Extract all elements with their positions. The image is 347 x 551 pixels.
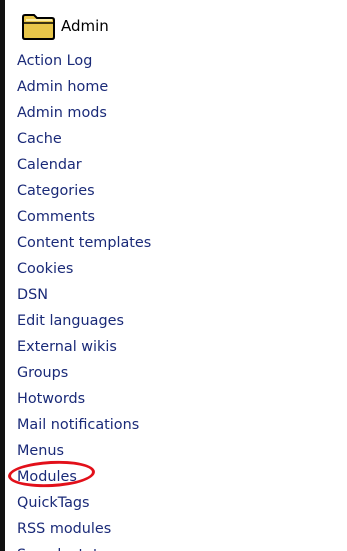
menu-item-mail-notifications[interactable]: Mail notifications	[17, 412, 151, 438]
menu-item-admin-home[interactable]: Admin home	[17, 74, 151, 100]
menu-item-calendar[interactable]: Calendar	[17, 152, 151, 178]
menu-item-external-wikis[interactable]: External wikis	[17, 334, 151, 360]
menu-item-cookies[interactable]: Cookies	[17, 256, 151, 282]
section-title: Admin	[61, 17, 109, 35]
menu-item-action-log[interactable]: Action Log	[17, 48, 151, 74]
menu-item-groups[interactable]: Groups	[17, 360, 151, 386]
menu-item-hotwords[interactable]: Hotwords	[17, 386, 151, 412]
menu-item-content-templates[interactable]: Content templates	[17, 230, 151, 256]
menu-item-quicktags[interactable]: QuickTags	[17, 490, 151, 516]
menu-item-edit-languages[interactable]: Edit languages	[17, 308, 151, 334]
admin-menu-panel: Admin Action Log Admin home Admin mods C…	[5, 0, 347, 551]
menu-item-menus[interactable]: Menus	[17, 438, 151, 464]
menu-item-dsn[interactable]: DSN	[17, 282, 151, 308]
menu-item-rss-modules[interactable]: RSS modules	[17, 516, 151, 542]
admin-section-header[interactable]: Admin	[21, 8, 109, 44]
menu-item-modules[interactable]: Modules	[17, 464, 151, 490]
admin-menu-list: Action Log Admin home Admin mods Cache C…	[17, 48, 151, 551]
menu-item-admin-mods[interactable]: Admin mods	[17, 100, 151, 126]
menu-item-categories[interactable]: Categories	[17, 178, 151, 204]
menu-item-search-stats[interactable]: Search stats	[17, 542, 151, 551]
menu-item-comments[interactable]: Comments	[17, 204, 151, 230]
menu-item-cache[interactable]: Cache	[17, 126, 151, 152]
folder-icon	[22, 14, 55, 40]
